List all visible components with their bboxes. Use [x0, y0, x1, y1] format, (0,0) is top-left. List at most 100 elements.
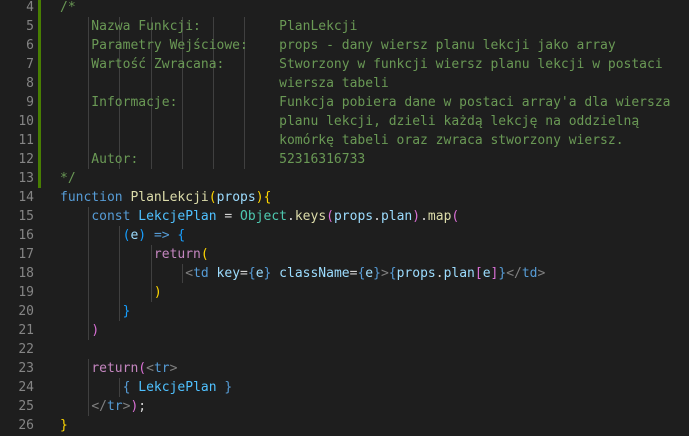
code-token: >	[380, 266, 389, 281]
code-token: Nazwa Funkcji: PlanLekcji	[60, 19, 358, 34]
code-line[interactable]: 11 komórkę tabeli oraz zwraca stworzony …	[0, 131, 689, 150]
code-line[interactable]: 17 return(	[0, 245, 689, 264]
code-text: planu lekcji, dzieli każdą lekcję na odd…	[60, 112, 639, 131]
code-token: /*	[60, 0, 76, 15]
code-token: td	[193, 266, 209, 281]
code-token: planu lekcji, dzieli każdą lekcję na odd…	[60, 114, 640, 129]
git-modified-indicator[interactable]	[38, 0, 41, 17]
git-modified-indicator[interactable]	[38, 36, 41, 55]
line-number: 6	[26, 38, 34, 53]
git-modified-indicator[interactable]	[38, 55, 41, 74]
code-line[interactable]: 13 */	[0, 169, 689, 188]
code-token: return	[153, 247, 201, 262]
code-token: plan	[443, 266, 475, 281]
code-token: (	[138, 361, 147, 376]
code-token: tr	[106, 399, 123, 414]
code-token: .	[373, 209, 381, 224]
code-token: {	[388, 266, 397, 281]
code-line[interactable]: 6 Parametry Wejściowe: props - dany wier…	[0, 36, 689, 55]
code-token: {	[247, 266, 256, 281]
code-token: keys	[294, 209, 327, 224]
code-line[interactable]: 5 Nazwa Funkcji: PlanLekcji	[0, 17, 689, 36]
git-modified-indicator[interactable]	[38, 131, 41, 150]
git-modified-indicator[interactable]	[38, 93, 41, 112]
line-number: 25	[18, 399, 34, 414]
code-line[interactable]: 14 function PlanLekcji(props){	[0, 188, 689, 207]
git-modified-indicator[interactable]	[38, 150, 41, 169]
code-line[interactable]: 21 )	[0, 321, 689, 340]
code-editor[interactable]: 4 /* 5 Nazwa Funkcji: PlanLekcji 6 Parametr…	[0, 0, 689, 436]
code-text: )	[60, 283, 162, 302]
code-token: e	[482, 266, 491, 281]
code-token: {	[263, 190, 272, 205]
line-number: 8	[26, 76, 34, 91]
code-text: )	[60, 321, 99, 340]
code-token: =	[216, 209, 241, 224]
line-number: 21	[18, 323, 34, 338]
code-token: (	[326, 209, 334, 224]
line-number: 24	[18, 380, 34, 395]
code-token: =	[240, 266, 248, 281]
code-token: }	[224, 380, 233, 395]
code-line[interactable]: 26}	[0, 416, 689, 435]
line-number: 11	[18, 133, 34, 148]
code-token: wiersza tabeli	[60, 76, 389, 91]
code-token: LekcjePlan	[138, 209, 217, 224]
git-modified-indicator[interactable]	[38, 169, 41, 188]
code-text: const LekcjePlan = Object.keys(props.pla…	[60, 207, 459, 226]
line-number: 13	[18, 171, 34, 186]
code-token: >	[169, 361, 178, 376]
code-text: return(	[60, 245, 209, 264]
code-line[interactable]: 22	[0, 340, 689, 359]
git-modified-indicator[interactable]	[38, 112, 41, 131]
code-token: return	[91, 361, 139, 376]
code-line[interactable]: 12 Autor: 52316316733	[0, 150, 689, 169]
code-line[interactable]: 16 (e) => {	[0, 226, 689, 245]
code-token: (	[451, 209, 460, 224]
code-line[interactable]: 15 const LekcjePlan = Object.keys(props.…	[0, 207, 689, 226]
code-line[interactable]: 4 /*	[0, 0, 689, 17]
code-text: Autor: 52316316733	[60, 150, 365, 169]
line-number: 15	[18, 209, 34, 224]
code-token: ;	[138, 399, 147, 414]
code-token: )	[153, 285, 162, 300]
code-line[interactable]: 23 return(<tr>	[0, 359, 689, 378]
code-line[interactable]: 10 planu lekcji, dzieli każdą lekcję na …	[0, 112, 689, 131]
code-token: */	[60, 171, 76, 186]
line-number: 22	[18, 342, 34, 357]
code-text: Informacje: Funkcja pobiera dane w posta…	[60, 93, 670, 112]
git-modified-indicator[interactable]	[38, 74, 41, 93]
line-number: 17	[18, 247, 34, 262]
code-token: e	[365, 266, 374, 281]
code-token: map	[427, 209, 452, 224]
code-text: Wartość Zwracana: Stworzony w funkcji wi…	[60, 55, 662, 74]
code-line[interactable]: 8 wiersza tabeli	[0, 74, 689, 93]
code-token: Object	[240, 209, 288, 224]
code-text: */	[60, 169, 76, 188]
code-line[interactable]: 7 Wartość Zwracana: Stworzony w funkcji …	[0, 55, 689, 74]
code-token: </	[91, 399, 107, 414]
code-token: {	[177, 228, 186, 243]
code-token: .	[435, 266, 444, 281]
line-number: 7	[26, 57, 34, 72]
git-modified-indicator[interactable]	[38, 17, 41, 36]
line-number: 4	[26, 0, 34, 15]
code-line[interactable]: 18 <td key={e} className={e}>{props.plan…	[0, 264, 689, 283]
code-line[interactable]: 20 }	[0, 302, 689, 321]
code-line[interactable]: 19 )	[0, 283, 689, 302]
code-token: Autor: 52316316733	[60, 152, 366, 167]
code-line[interactable]: 24 { LekcjePlan }	[0, 378, 689, 397]
code-line[interactable]: 25 </tr>);	[0, 397, 689, 416]
code-token: className	[279, 266, 350, 281]
code-token: tr	[153, 361, 170, 376]
code-line[interactable]: 9 Informacje: Funkcja pobiera dane w pos…	[0, 93, 689, 112]
code-token: >	[537, 266, 546, 281]
